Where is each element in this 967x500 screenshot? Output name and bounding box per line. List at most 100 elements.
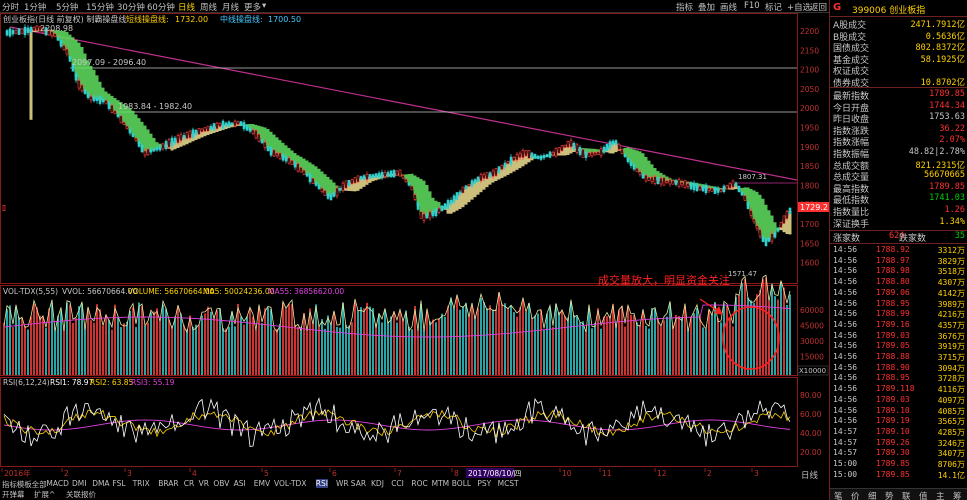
indicator-tab[interactable]: KDJ (371, 479, 384, 488)
volume-bar (651, 308, 653, 375)
candle-body (341, 182, 345, 191)
indicator-button[interactable]: 指标 (676, 1, 693, 13)
quote-row-value: 1744.34 (929, 100, 965, 111)
tab-period-30min[interactable]: 30分钟 (117, 1, 145, 13)
indicator-tab[interactable]: RSI (315, 479, 328, 488)
indicator-tab[interactable]: BRAR (158, 479, 178, 488)
indicator-tab[interactable]: ASI (234, 479, 246, 488)
candle-body (440, 205, 444, 211)
add-watchlist-button[interactable]: +自选 (787, 1, 811, 13)
rsi-y-tick: 20.00 (800, 448, 822, 457)
tick-price: 1788.92 (876, 245, 910, 254)
tab-period-fenshi[interactable]: 分时 (2, 1, 19, 13)
draw-line-button[interactable]: 画线 (720, 1, 737, 13)
quote-footer-tab[interactable]: 笔 (834, 490, 843, 500)
indicator-tab[interactable]: MTM (432, 479, 450, 488)
candle-body (566, 141, 570, 148)
bottom-action-button[interactable]: 扩展^ (34, 489, 55, 500)
indicator-tab[interactable]: MACD (46, 479, 68, 488)
volume-bar (354, 302, 356, 375)
indicator-tab[interactable]: VOL-TDX (274, 479, 306, 488)
tab-period-15min[interactable]: 15分钟 (86, 1, 114, 13)
candle-body (104, 100, 108, 105)
candle-body (86, 93, 90, 98)
bottom-action-button[interactable]: 关联报价 (66, 489, 96, 500)
volume-bar (153, 311, 155, 375)
tick-row: 14:57 1789.26 3246万 (830, 438, 967, 449)
tab-period-60min[interactable]: 60分钟 (147, 1, 175, 13)
more-dropdown-icon[interactable]: ▾ (262, 1, 266, 11)
indicator-tab[interactable]: FSL (112, 479, 125, 488)
mark-button[interactable]: 标记 (765, 1, 782, 13)
candle-body (749, 210, 753, 216)
candle-body (707, 187, 711, 191)
indicator-tab[interactable]: TRIX (133, 479, 150, 488)
quote-footer-tab[interactable]: 筹 (953, 490, 962, 500)
quote-footer-tab[interactable]: 联 (902, 490, 911, 500)
candle-body (764, 238, 768, 247)
tick-price: 1789.05 (876, 341, 910, 351)
volume-bar (633, 315, 635, 375)
f10-button[interactable]: F10 (744, 1, 760, 11)
candle-body (329, 193, 333, 201)
indicator-tab[interactable]: SAR (351, 479, 366, 488)
quote-footer-tab[interactable]: 值 (919, 490, 928, 500)
tick-price: 1789.118 (876, 384, 915, 394)
indicator-tab[interactable]: CCI (391, 479, 404, 488)
volume-bar (93, 322, 95, 375)
indicator-tab[interactable]: DMA (92, 479, 109, 488)
candle-body (398, 169, 402, 177)
volume-bar (441, 313, 443, 375)
indicator-tab[interactable]: OBV (213, 479, 229, 488)
indicator-tab[interactable]: VR (199, 479, 209, 488)
tab-period-1min[interactable]: 1分钟 (24, 1, 46, 13)
indicator-tab[interactable]: ROC (411, 479, 427, 488)
candle-body (701, 185, 705, 192)
main-chart-title: 创业板指(日线 前复权) 制霸操盘线 (3, 14, 126, 24)
quote-footer-tab[interactable]: 价 (851, 490, 860, 500)
candle-body (626, 157, 630, 163)
quote-row: 今日开盘 1744.34 (830, 100, 967, 114)
volume-bar (147, 322, 149, 375)
candle-body (308, 173, 312, 183)
candle-body (479, 174, 483, 182)
indicator-tab[interactable]: PSY (477, 479, 491, 488)
quote-footer-tab[interactable]: 势 (885, 490, 894, 500)
candle-body (785, 211, 789, 219)
candle-body (212, 123, 216, 131)
tab-period-weekly[interactable]: 周线 (200, 1, 217, 13)
candle-body (251, 129, 255, 134)
candle-body (548, 151, 552, 158)
quote-footer-tab[interactable]: 主 (936, 490, 945, 500)
tick-time: 14:56 (833, 255, 858, 265)
tab-period-5min[interactable]: 5分钟 (56, 1, 78, 13)
candle-body (410, 185, 414, 191)
volume-bar (657, 318, 659, 375)
back-button[interactable]: 返回 (810, 1, 827, 13)
indicator-tab[interactable]: BOLL (452, 479, 471, 488)
volume-bar (462, 306, 464, 375)
candle-body (752, 218, 756, 223)
candle-body (461, 186, 465, 194)
candle-body (191, 129, 195, 138)
volume-bar (72, 322, 74, 375)
volume-bar (285, 309, 287, 375)
ma-band-segment (134, 114, 138, 140)
indicator-tab[interactable]: WR (336, 479, 349, 488)
tab-period-more[interactable]: 更多 (244, 1, 261, 13)
kline-chart-area[interactable]: 创业板指(日线 前复权) 制霸操盘线 短线操盘线: 1732.00 中线操盘线:… (0, 13, 829, 479)
quote-footer-tab[interactable]: 细 (868, 490, 877, 500)
volume-bar (234, 326, 236, 375)
indicator-tab[interactable]: EMV (254, 479, 270, 488)
volume-bar (759, 290, 761, 375)
candle-body (662, 177, 666, 186)
indicator-tab[interactable]: CR (184, 479, 194, 488)
indicator-tab[interactable]: MCST (498, 479, 519, 488)
indicator-tab[interactable]: DMI (72, 479, 86, 488)
candle-body (239, 121, 243, 127)
bottom-action-button[interactable]: 开弹幕 (2, 489, 25, 500)
candle-body (386, 172, 390, 177)
overlay-button[interactable]: 叠加 (698, 1, 715, 13)
tab-period-monthly[interactable]: 月线 (222, 1, 239, 13)
tab-period-daily[interactable]: 日线 (178, 1, 195, 13)
